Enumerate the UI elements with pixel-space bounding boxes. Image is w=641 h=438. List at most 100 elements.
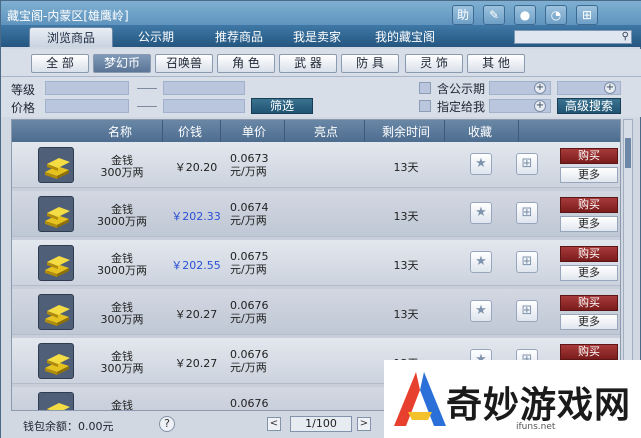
gold-bar-graphic — [45, 354, 70, 375]
item-unit-label: 元/万两 — [230, 312, 267, 325]
gold-bar-icon[interactable] — [38, 245, 74, 281]
buy-button[interactable]: 购买 — [560, 197, 618, 213]
filter-button[interactable]: 筛选 — [251, 98, 313, 114]
item-price: ￥20.27 — [174, 308, 218, 321]
gold-bar-graphic — [45, 305, 70, 326]
more-button[interactable]: 更多 — [560, 216, 618, 232]
watermark-url: ifuns.net — [516, 422, 556, 432]
category-bar: 全 部 梦幻币 召唤兽 角 色 武 器 防 具 灵 饰 其 他 — [1, 49, 641, 77]
public-checkbox[interactable] — [419, 82, 431, 94]
gold-bar-graphic — [45, 256, 70, 277]
table-row[interactable]: 金钱 3000万两 ￥202.55 0.0675 元/万两 13天 ★ ⊞ 购买 更多 — [12, 240, 620, 286]
item-price: ￥202.55 — [171, 259, 221, 272]
next-page-button[interactable]: > — [357, 417, 371, 431]
more-button[interactable]: 更多 — [560, 167, 618, 183]
star-icon[interactable]: ★ — [470, 300, 492, 322]
item-quantity: 300万两 — [100, 362, 144, 375]
header-separator — [364, 120, 365, 142]
help-button[interactable]: 助 — [452, 5, 474, 25]
item-unit-price: 0.0674 — [230, 201, 269, 214]
site-watermark: 奇妙游戏网 ifuns.net — [384, 360, 641, 438]
header-price: 价钱 — [178, 125, 203, 139]
star-icon[interactable]: ★ — [470, 153, 492, 175]
item-quantity: 300万两 — [100, 313, 144, 326]
item-unit-label: 元/万两 — [230, 361, 267, 374]
stop-icon[interactable]: ● — [514, 5, 536, 25]
category-coin[interactable]: 梦幻币 — [93, 54, 151, 73]
tab-browse[interactable]: 浏览商品 — [29, 27, 113, 47]
plus-icon[interactable]: + — [534, 100, 546, 112]
cart-icon[interactable]: ⊞ — [576, 5, 598, 25]
buy-button[interactable]: 购买 — [560, 295, 618, 311]
table-row[interactable]: 金钱300万两￥20.270.0676元/万两13天★⊞购买更多 — [12, 289, 620, 335]
price-max-input[interactable] — [163, 99, 245, 113]
buy-button[interactable]: 购买 — [560, 246, 618, 262]
item-unit-price: 0.0673 — [230, 152, 269, 165]
header-time-left: 剩余时间 — [382, 125, 431, 139]
table-row[interactable]: 金钱 3000万两 ￥202.33 0.0674 元/万两 13天 ★ ⊞ 购买 更多 — [12, 191, 620, 237]
header-separator — [518, 120, 519, 142]
help-icon[interactable]: ? — [159, 416, 175, 432]
tab-public[interactable]: 公示期 — [121, 27, 191, 47]
level-label: 等级 — [11, 83, 36, 97]
item-unit-price: 0.0676 — [230, 348, 269, 361]
gold-bar-graphic — [47, 403, 70, 410]
plus-icon[interactable]: + — [604, 82, 616, 94]
cart-icon[interactable]: ⊞ — [516, 300, 538, 322]
tab-seller[interactable]: 我是卖家 — [281, 27, 353, 47]
assign-select[interactable]: + — [489, 99, 551, 113]
header-separator — [444, 120, 445, 142]
item-time-left: 13天 — [393, 259, 419, 272]
category-character[interactable]: 角 色 — [217, 54, 275, 73]
gold-bar-icon[interactable] — [38, 392, 74, 410]
gold-bar-icon[interactable] — [38, 147, 74, 183]
buy-button[interactable]: 购买 — [560, 344, 618, 360]
item-unit-label: 元/万两 — [230, 214, 267, 227]
tab-recommended[interactable]: 推荐商品 — [199, 27, 279, 47]
advanced-search-button[interactable]: 高级搜索 — [557, 98, 621, 114]
table-row[interactable]: 金钱 300万两 ￥20.20 0.0673 元/万两 13天 ★ ⊞ 购买 更多 — [12, 142, 620, 188]
page-indicator: 1/100 — [290, 416, 352, 432]
scrollbar-thumb[interactable] — [625, 138, 631, 168]
public-select-2[interactable]: + — [557, 81, 621, 95]
more-button[interactable]: 更多 — [560, 314, 618, 330]
star-icon[interactable]: ★ — [470, 202, 492, 224]
level-min-input[interactable] — [45, 81, 129, 95]
prev-page-button[interactable]: < — [267, 417, 281, 431]
pin-icon[interactable]: ✎ — [483, 5, 505, 25]
tab-my-cangbaoge[interactable]: 我的藏宝阁 — [359, 27, 451, 47]
category-accessory[interactable]: 灵 饰 — [405, 54, 463, 73]
item-quantity: 300万两 — [100, 166, 144, 179]
public-select[interactable]: + — [489, 81, 551, 95]
category-other[interactable]: 其 他 — [467, 54, 525, 73]
cart-icon[interactable]: ⊞ — [516, 251, 538, 273]
buy-button[interactable]: 购买 — [560, 148, 618, 164]
search-icon[interactable]: ⚲ — [622, 31, 629, 42]
category-weapon[interactable]: 武 器 — [279, 54, 337, 73]
item-unit-price: 0.0676 — [230, 397, 269, 410]
gold-bar-icon[interactable] — [38, 294, 74, 330]
item-time-left: 13天 — [393, 210, 419, 223]
item-time-left: 13天 — [393, 308, 419, 321]
star-icon[interactable]: ★ — [470, 251, 492, 273]
header-separator — [162, 120, 163, 142]
more-button[interactable]: 更多 — [560, 265, 618, 281]
price-min-input[interactable] — [45, 99, 129, 113]
gold-bar-icon[interactable] — [38, 196, 74, 232]
gold-bar-icon[interactable] — [38, 343, 74, 379]
wallet-balance: 钱包余额：0.00元 — [23, 420, 114, 433]
assign-checkbox[interactable] — [419, 100, 431, 112]
search-input[interactable]: ⚲ — [514, 30, 632, 44]
watermark-text: 奇妙游戏网 — [446, 385, 632, 426]
plus-icon[interactable]: + — [534, 82, 546, 94]
item-name: 金钱 — [111, 399, 133, 411]
category-armor[interactable]: 防 具 — [341, 54, 399, 73]
cart-icon[interactable]: ⊞ — [516, 202, 538, 224]
header-separator — [220, 120, 221, 142]
category-pet[interactable]: 召唤兽 — [155, 54, 213, 73]
category-all[interactable]: 全 部 — [31, 54, 89, 73]
cart-icon[interactable]: ⊞ — [516, 153, 538, 175]
chat-icon[interactable]: ◔ — [545, 5, 567, 25]
level-max-input[interactable] — [163, 81, 245, 95]
assign-checkbox-label: 指定给我 — [437, 100, 486, 114]
